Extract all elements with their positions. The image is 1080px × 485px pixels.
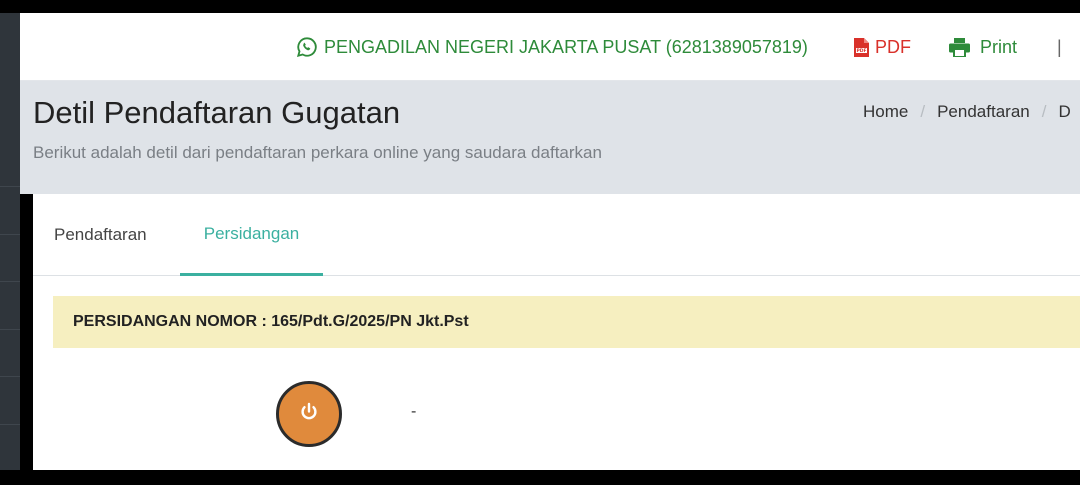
tab-persidangan[interactable]: Persidangan xyxy=(180,194,323,276)
screen-frame-top xyxy=(0,0,1080,13)
breadcrumb-home[interactable]: Home xyxy=(863,102,908,122)
content-panel: Pendaftaran Persidangan PERSIDANGAN NOMO… xyxy=(33,194,1080,470)
navbar-separator: | xyxy=(1057,36,1062,57)
tab-pendaftaran[interactable]: Pendaftaran xyxy=(54,194,147,276)
whatsapp-icon xyxy=(296,36,318,58)
file-pdf-icon: PDF xyxy=(854,37,869,57)
page-header: Detil Pendaftaran Gugatan Berikut adalah… xyxy=(20,81,1080,194)
svg-text:PDF: PDF xyxy=(856,48,866,54)
hearing-number-notice: PERSIDANGAN NOMOR : 165/Pdt.G/2025/PN Jk… xyxy=(53,296,1080,348)
printer-icon xyxy=(949,37,970,57)
power-icon xyxy=(298,401,320,428)
power-button[interactable] xyxy=(276,381,342,447)
print-label: Print xyxy=(980,36,1018,57)
status-value: - xyxy=(411,403,417,420)
breadcrumb: Home / Pendaftaran / D xyxy=(863,102,1071,122)
pdf-button[interactable]: PDF PDF xyxy=(854,13,911,81)
top-navbar: PENGADILAN NEGERI JAKARTA PUSAT (6281389… xyxy=(20,13,1080,81)
page-title: Detil Pendaftaran Gugatan xyxy=(33,95,401,130)
page-subtitle: Berikut adalah detil dari pendaftaran pe… xyxy=(33,143,602,162)
sidebar xyxy=(0,13,20,470)
screen-frame-bottom xyxy=(0,470,1080,485)
tab-bar: Pendaftaran Persidangan xyxy=(33,194,1080,276)
court-link-label: PENGADILAN NEGERI JAKARTA PUSAT (6281389… xyxy=(324,36,808,57)
court-whatsapp-link[interactable]: PENGADILAN NEGERI JAKARTA PUSAT (6281389… xyxy=(296,13,808,81)
print-button[interactable]: Print xyxy=(949,13,1017,81)
breadcrumb-current: D xyxy=(1058,102,1071,121)
breadcrumb-pendaftaran[interactable]: Pendaftaran xyxy=(937,102,1030,122)
pdf-label: PDF xyxy=(875,36,911,57)
